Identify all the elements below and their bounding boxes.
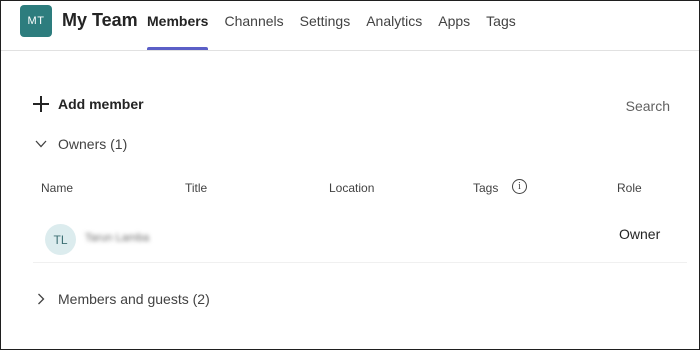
- search-input[interactable]: [560, 96, 670, 116]
- team-name: My Team: [62, 10, 138, 30]
- column-header-location[interactable]: Location: [329, 181, 374, 195]
- tab-settings[interactable]: Settings: [300, 1, 351, 50]
- members-guests-section-toggle[interactable]: Members and guests (2): [33, 291, 210, 307]
- add-member-label: Add member: [58, 96, 144, 112]
- column-header-title[interactable]: Title: [185, 181, 207, 195]
- column-header-name[interactable]: Name: [41, 181, 73, 195]
- member-name: Tarun Lamba: [85, 232, 150, 244]
- tab-apps[interactable]: Apps: [438, 1, 470, 50]
- members-guests-section-label: Members and guests (2): [58, 291, 210, 307]
- table-row[interactable]: TL Tarun Lamba Owner: [33, 216, 687, 263]
- team-avatar: MT: [20, 5, 52, 37]
- tab-analytics[interactable]: Analytics: [366, 1, 422, 50]
- owners-section-label: Owners (1): [58, 136, 128, 152]
- column-header-tags[interactable]: Tags: [473, 181, 498, 195]
- owners-section-toggle[interactable]: Owners (1): [33, 136, 127, 152]
- tab-channels[interactable]: Channels: [224, 1, 283, 50]
- tab-bar: Members Channels Settings Analytics Apps…: [147, 1, 532, 50]
- tab-members[interactable]: Members: [147, 1, 209, 50]
- team-header: MT My Team Members Channels Settings Ana…: [1, 1, 699, 51]
- tab-tags[interactable]: Tags: [486, 1, 516, 50]
- avatar: TL: [45, 224, 76, 255]
- info-icon[interactable]: i: [512, 179, 527, 194]
- add-member-button[interactable]: Add member: [33, 96, 144, 112]
- chevron-down-icon: [33, 136, 49, 152]
- member-role[interactable]: Owner: [619, 226, 660, 242]
- column-header-role[interactable]: Role: [617, 181, 642, 195]
- chevron-right-icon: [33, 291, 49, 307]
- plus-icon: [33, 96, 49, 112]
